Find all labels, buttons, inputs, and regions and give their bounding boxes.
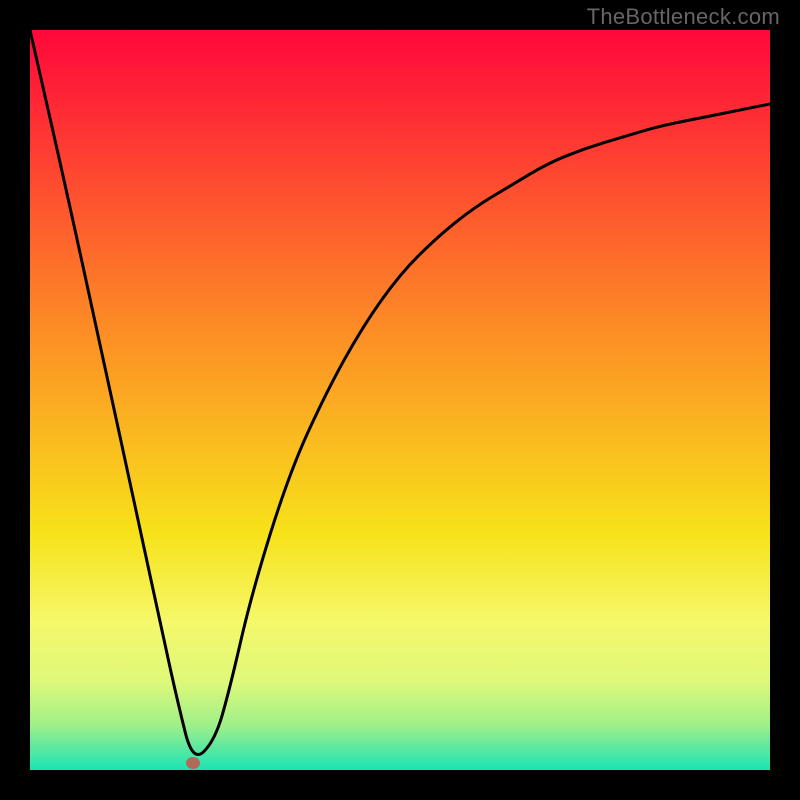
chart-svg [30,30,770,770]
watermark-label: TheBottleneck.com [587,4,780,30]
optimal-point-marker [186,757,200,769]
gradient-background [30,30,770,770]
chart-frame: TheBottleneck.com [0,0,800,800]
plot-area [30,30,770,770]
